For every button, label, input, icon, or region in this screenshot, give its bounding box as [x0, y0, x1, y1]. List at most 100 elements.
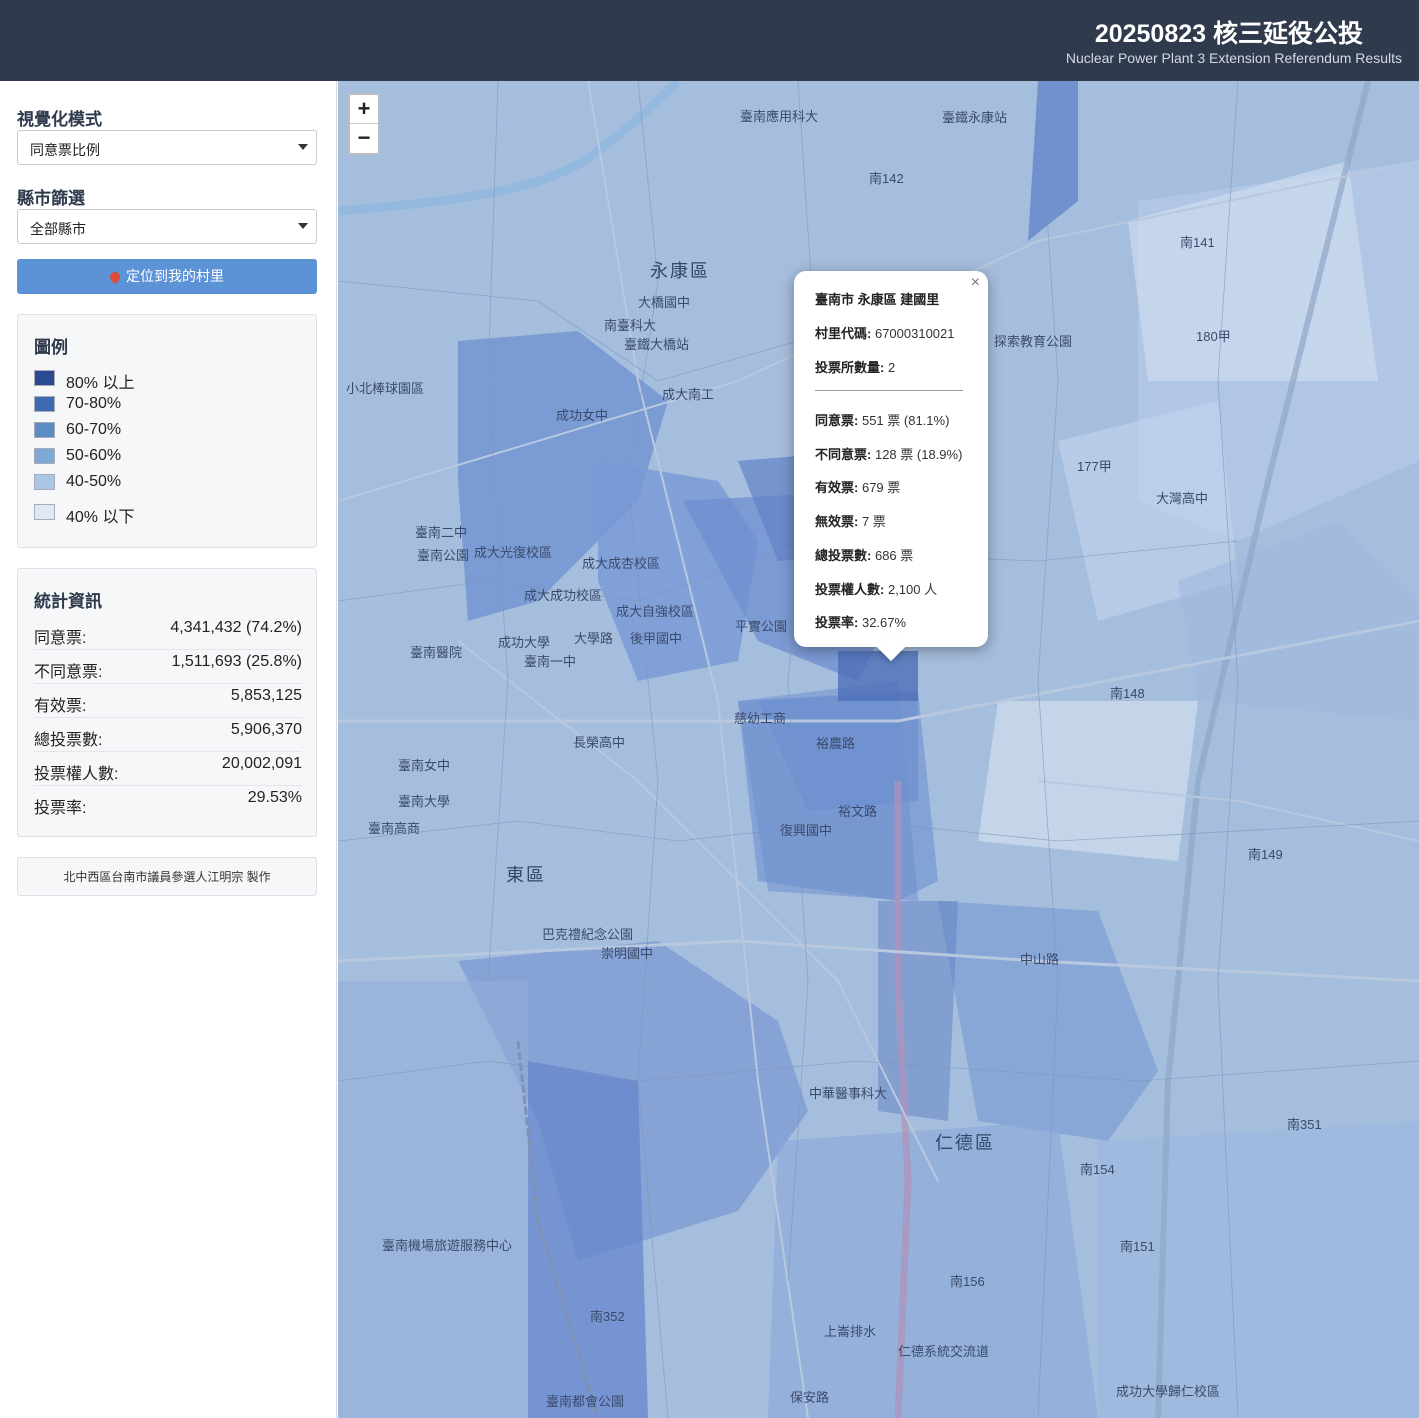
map-place-label: 成大成杏校區	[582, 556, 661, 571]
county-select-value: 全部縣市	[30, 221, 86, 237]
popup-row: 不同意票: 128 票 (18.9%)	[815, 444, 962, 463]
stat-row: 總投票數: 5,906,370	[34, 718, 302, 752]
map-place-label: 成大自強校區	[616, 604, 695, 619]
map-place-label: 177甲	[1077, 459, 1112, 474]
legend-swatch	[34, 422, 55, 438]
mode-select[interactable]: 同意票比例	[17, 130, 317, 165]
stat-label: 有效票:	[34, 698, 87, 715]
map-place-label: 南臺科大	[604, 318, 657, 333]
legend-swatch	[34, 504, 55, 520]
page-title: 20250823 核三延役公投	[1094, 20, 1363, 48]
map-place-label: 復興國中	[780, 823, 833, 838]
legend-swatch	[34, 396, 55, 412]
map-place-label: 南352	[590, 1309, 625, 1324]
map-place-label: 探索教育公園	[994, 334, 1073, 349]
popup-row: 無效票: 7 票	[815, 511, 886, 530]
page-subtitle: Nuclear Power Plant 3 Extension Referend…	[1065, 50, 1402, 66]
legend-label: 80% 以上	[66, 375, 135, 392]
map-place-label: 成大光復校區	[474, 545, 553, 560]
popup-row-value: 2	[887, 360, 896, 375]
mode-select-value: 同意票比例	[30, 142, 100, 158]
popup-row-value: 32.67%	[861, 615, 907, 631]
popup-row-value: 551 票 (81.1%)	[861, 413, 950, 428]
map-place-label: 臺南應用科大	[740, 109, 819, 124]
app-header: 20250823 核三延役公投 Nuclear Power Plant 3 Ex…	[0, 0, 1419, 81]
popup-row: 投票權人數: 2,100 人	[815, 579, 937, 598]
stats-title: 統計資訊	[34, 592, 102, 611]
map-place-label: 臺南二中	[415, 525, 468, 540]
stat-row: 不同意票: 1,511,693 (25.8%)	[34, 650, 302, 684]
zoom-out-button[interactable]: −	[350, 124, 378, 153]
village-polygon[interactable]	[768, 1121, 1098, 1418]
legend-swatch	[34, 370, 55, 386]
village-polygon[interactable]	[978, 701, 1198, 861]
popup-row-value: 679 票	[861, 480, 901, 496]
map-place-label: 臺南高商	[368, 821, 421, 836]
map-place-label: 大學路	[574, 631, 614, 646]
popup-row-label: 村里代碼:	[815, 326, 872, 341]
stat-row: 同意票: 4,341,432 (74.2%)	[34, 616, 302, 650]
village-polygon[interactable]	[1098, 1121, 1419, 1418]
stat-value: 5,906,370	[230, 721, 302, 738]
stat-label: 不同意票:	[34, 664, 103, 681]
popup-row-label: 投票率:	[815, 615, 859, 631]
zoom-control: + −	[348, 93, 380, 155]
map-place-label: 180甲	[1196, 329, 1231, 344]
legend-panel: 圖例 80% 以上 70-80% 60-70% 50-60% 40-50% 40% 以下	[17, 314, 317, 548]
map-place-label: 裕農路	[816, 736, 856, 751]
popup-row-label: 總投票數:	[815, 547, 872, 563]
map-place-label: 成功大學歸仁校區	[1116, 1384, 1221, 1399]
map-place-label: 大灣高中	[1156, 491, 1209, 506]
map-place-label: 後甲國中	[630, 631, 683, 646]
popup-row: 同意票: 551 票 (81.1%)	[815, 410, 949, 429]
map-place-label: 平實公園	[735, 619, 788, 634]
locate-my-village-button[interactable]: 定位到我的村里	[17, 259, 317, 294]
legend-label: 40% 以下	[66, 509, 135, 526]
county-select[interactable]: 全部縣市	[17, 209, 317, 244]
legend-label: 60-70%	[66, 421, 122, 438]
map-place-label: 臺南一中	[524, 654, 577, 669]
locate-button-label: 定位到我的村里	[126, 268, 224, 284]
stat-row: 投票率: 29.53%	[34, 786, 302, 820]
map-place-label: 南151	[1120, 1239, 1155, 1254]
map-place-label: 南156	[950, 1274, 985, 1289]
stat-label: 投票權人數:	[34, 766, 119, 783]
stat-value: 20,002,091	[221, 755, 302, 772]
popup-row-label: 投票所數量:	[815, 360, 885, 375]
zoom-in-button[interactable]: +	[350, 95, 378, 124]
map-place-label: 慈幼工商	[734, 711, 787, 726]
close-icon[interactable]: ×	[971, 274, 980, 292]
mode-label: 視覺化模式	[17, 110, 102, 129]
map-place-label: 南154	[1080, 1162, 1115, 1177]
map-place-label: 臺鐵永康站	[942, 110, 1008, 125]
village-polygon-selected[interactable]	[838, 651, 918, 701]
stat-row: 有效票: 5,853,125	[34, 684, 302, 718]
map-place-label: 臺鐵大橋站	[624, 337, 690, 352]
popup-row-value: 2,100 人	[887, 581, 938, 597]
map-place-label: 裕文路	[838, 804, 878, 819]
stat-label: 投票率:	[34, 800, 87, 817]
popup-row: 村里代碼: 67000310021	[815, 323, 955, 342]
popup-row-label: 有效票:	[815, 480, 859, 496]
village-polygon[interactable]	[338, 981, 528, 1418]
map-place-label: 臺南機場旅遊服務中心	[382, 1238, 513, 1253]
stat-value: 29.53%	[247, 789, 302, 806]
map-place-label: 臺南女中	[398, 758, 451, 773]
map-place-label: 巴克禮紀念公園	[542, 927, 634, 942]
village-polygon[interactable]	[878, 901, 958, 1121]
stat-label: 同意票:	[34, 630, 87, 647]
map-place-label: 成功大學	[498, 635, 551, 650]
map-place-label: 南149	[1248, 847, 1283, 862]
popup-divider	[815, 390, 963, 391]
map-place-label: 上崙排水	[824, 1324, 877, 1339]
map-place-label: 崇明國中	[601, 946, 654, 961]
popup-title: 臺南市 永康區 建國里	[815, 292, 940, 307]
district-label: 永康區	[650, 261, 710, 281]
village-polygon[interactable]	[528, 1061, 648, 1418]
map-place-label: 南148	[1110, 686, 1145, 701]
district-label: 東區	[506, 865, 546, 885]
map-place-label: 小北棒球園區	[346, 381, 425, 396]
popup-row-value: 7 票	[861, 514, 886, 530]
map-place-label: 臺南都會公園	[546, 1394, 625, 1409]
map-place-label: 成大成功校區	[524, 588, 603, 603]
